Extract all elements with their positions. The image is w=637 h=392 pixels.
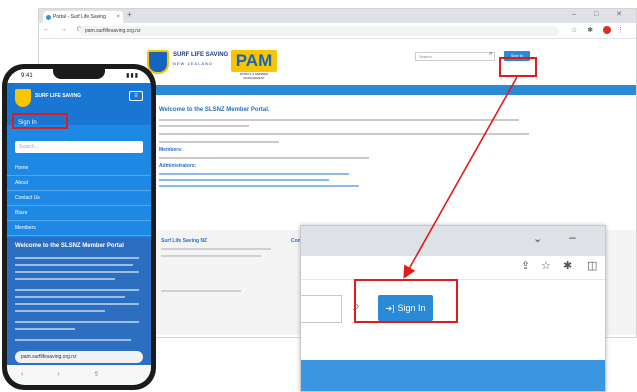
phone-nav-item[interactable]: Home <box>7 161 151 176</box>
shield-icon <box>15 89 31 107</box>
phone-notch <box>53 69 105 79</box>
phone-nav-item[interactable]: About <box>7 176 151 191</box>
favicon-icon <box>46 15 51 20</box>
toolbar-icons[interactable]: ☆ ✱ ⋮ <box>571 26 628 35</box>
phone-brand: SURF LIFE SAVING <box>35 93 82 99</box>
zoom-nav-bar <box>301 360 605 391</box>
brand-subtitle: NEW ZEALAND <box>173 61 213 66</box>
phone-nav-item[interactable]: Contact Us <box>7 191 151 206</box>
phone-search-input[interactable]: Search... <box>15 141 143 153</box>
link-line[interactable] <box>159 179 329 181</box>
footer-title: Surf Life Saving NZ <box>161 238 208 244</box>
signin-highlight-box <box>499 57 537 77</box>
text-line <box>159 141 279 143</box>
address-bar[interactable]: pam.surflifesaving.org.nz <box>79 26 559 36</box>
tab-title: Portal - Surf Life Saving <box>53 14 106 20</box>
hamburger-menu-icon[interactable]: ≡ <box>129 91 143 101</box>
text-line <box>159 133 529 135</box>
zoom-signin-highlight-box <box>354 279 458 323</box>
zoom-search-input[interactable] <box>301 295 342 323</box>
text-line <box>15 278 115 280</box>
text-line <box>15 296 125 298</box>
zoom-toolbar: ⇪ ☆ ✱ ◫ <box>301 256 605 280</box>
status-icons: ▮▮▮ <box>126 73 139 79</box>
tutorial-composite: Portal - Surf Life Saving × + – □ ✕ ← → … <box>0 0 637 392</box>
phone-bottom-toolbar[interactable]: ‹ › ⇪ ⊟ ⧉ <box>7 365 151 385</box>
browser-toolbar: ← → ⟳ pam.surflifesaving.org.nz ☆ ✱ ⋮ <box>39 23 636 39</box>
footer-line <box>161 290 241 292</box>
text-line <box>159 125 249 127</box>
text-line <box>15 339 131 341</box>
site-search-input[interactable]: Search <box>415 52 495 61</box>
phone-welcome-heading: Welcome to the SLSNZ Member Portal <box>15 243 124 249</box>
text-line <box>15 321 139 323</box>
search-icon[interactable]: ⌕ <box>489 51 492 58</box>
new-tab-button[interactable]: + <box>127 10 132 19</box>
link-line[interactable] <box>159 173 349 175</box>
share-icon[interactable]: ⇪ <box>521 259 530 272</box>
tab-strip: Portal - Surf Life Saving × + – □ ✕ <box>39 9 636 23</box>
phone-url-bar[interactable]: pam.surflifesaving.org.nz <box>15 351 143 363</box>
minimize-icon[interactable]: – <box>569 230 576 244</box>
text-line <box>15 271 139 273</box>
browser-tab[interactable]: Portal - Surf Life Saving × <box>43 11 123 23</box>
link-line[interactable] <box>159 185 359 187</box>
phone-nav-item[interactable]: Blaze <box>7 206 151 221</box>
members-heading: Members: <box>159 147 183 153</box>
text-line <box>15 310 105 312</box>
footer-line <box>161 255 261 257</box>
zoom-title-bar: ⌄ – <box>301 226 605 256</box>
phone-nav-list: Home About Contact Us Blaze Members <box>7 161 151 236</box>
close-tab-icon[interactable]: × <box>116 11 120 23</box>
text-line <box>159 157 369 159</box>
text-line <box>15 328 75 330</box>
text-line <box>15 257 139 259</box>
text-line <box>15 264 133 266</box>
brand-name: SURF LIFE SAVING <box>173 52 229 58</box>
chevron-down-icon[interactable]: ⌄ <box>533 232 542 245</box>
text-line <box>15 289 139 291</box>
text-line <box>159 119 519 121</box>
window-controls[interactable]: – □ ✕ <box>572 10 630 18</box>
profile-avatar[interactable] <box>603 26 612 35</box>
sidebar-icon[interactable]: ◫ <box>587 259 597 272</box>
administrators-heading: Administrators: <box>159 163 197 169</box>
footer-line <box>161 248 271 250</box>
status-time: 9:41 <box>21 73 33 79</box>
site-logo[interactable]: SURF LIFE SAVING NEW ZEALAND PAM PATROL … <box>147 50 297 80</box>
phone-nav-item[interactable]: Members <box>7 221 151 236</box>
pam-tagline: PATROL & MEMBER MANAGEMENT <box>239 72 269 80</box>
welcome-heading: Welcome to the SLSNZ Member Portal. <box>159 107 270 113</box>
text-line <box>15 303 139 305</box>
star-icon[interactable]: ☆ <box>541 259 551 272</box>
extensions-icon[interactable]: ✱ <box>563 259 572 272</box>
phone-signin-highlight-box <box>12 113 68 129</box>
pam-logo: PAM <box>231 50 277 72</box>
